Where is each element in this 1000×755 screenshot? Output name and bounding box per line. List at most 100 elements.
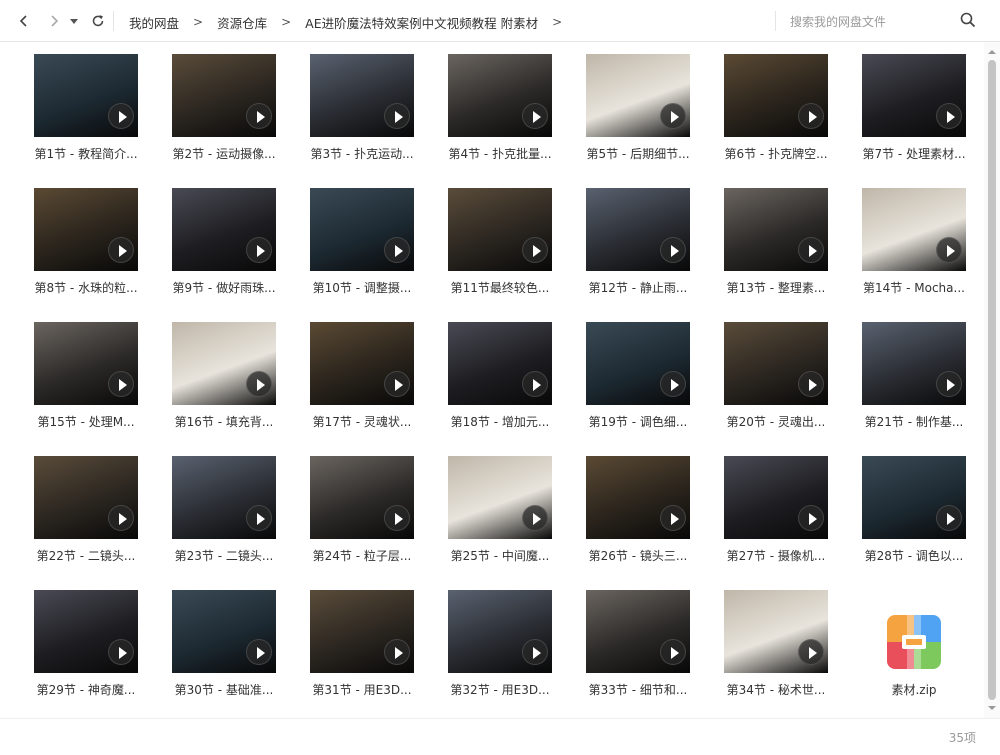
file-item-video[interactable]: 第31节 - 用E3D... <box>310 578 448 708</box>
play-icon[interactable] <box>522 371 548 397</box>
play-icon[interactable] <box>936 371 962 397</box>
file-item-zip[interactable]: 素材.zip <box>862 578 984 708</box>
file-name-label: 第7节 - 处理素材... <box>862 147 966 161</box>
video-thumbnail <box>862 322 966 405</box>
file-item-video[interactable]: 第12节 - 静止雨... <box>586 176 724 306</box>
back-button[interactable] <box>13 10 35 32</box>
play-icon[interactable] <box>660 237 686 263</box>
play-icon[interactable] <box>798 237 824 263</box>
history-dropdown[interactable] <box>67 10 81 32</box>
video-thumbnail <box>448 590 552 673</box>
scroll-up-icon[interactable] <box>988 48 996 56</box>
file-item-video[interactable]: 第17节 - 灵魂状... <box>310 310 448 440</box>
file-item-video[interactable]: 第30节 - 基础准... <box>172 578 310 708</box>
file-item-video[interactable]: 第26节 - 镜头三... <box>586 444 724 574</box>
video-thumbnail <box>34 54 138 137</box>
file-item-video[interactable]: 第3节 - 扑克运动... <box>310 42 448 172</box>
file-item-video[interactable]: 第15节 - 处理M... <box>34 310 172 440</box>
play-icon[interactable] <box>246 371 272 397</box>
play-icon[interactable] <box>522 103 548 129</box>
play-icon[interactable] <box>108 505 134 531</box>
breadcrumb: 我的网盘 > 资源仓库 > AE进阶魔法特效案例中文视频教程 附素材 > <box>129 12 576 32</box>
breadcrumb-item-resource-repo[interactable]: 资源仓库 <box>217 13 267 32</box>
toolbar-divider <box>113 11 114 31</box>
refresh-button[interactable] <box>87 10 109 32</box>
file-item-video[interactable]: 第11节最终较色... <box>448 176 586 306</box>
file-item-video[interactable]: 第27节 - 摄像机... <box>724 444 862 574</box>
video-thumbnail <box>448 54 552 137</box>
search-button[interactable] <box>960 12 978 30</box>
scrollbar-thumb[interactable] <box>988 60 996 700</box>
video-thumbnail <box>724 590 828 673</box>
play-icon[interactable] <box>936 237 962 263</box>
breadcrumb-separator: > <box>193 15 204 29</box>
play-icon[interactable] <box>660 639 686 665</box>
file-name-label: 第18节 - 增加元... <box>450 415 550 429</box>
file-item-video[interactable]: 第33节 - 细节和... <box>586 578 724 708</box>
file-item-video[interactable]: 第8节 - 水珠的粒... <box>34 176 172 306</box>
play-icon[interactable] <box>660 371 686 397</box>
file-item-video[interactable]: 第6节 - 扑克牌空... <box>724 42 862 172</box>
file-item-video[interactable]: 第16节 - 填充背... <box>172 310 310 440</box>
play-icon[interactable] <box>246 103 272 129</box>
file-item-video[interactable]: 第9节 - 做好雨珠... <box>172 176 310 306</box>
play-icon[interactable] <box>522 237 548 263</box>
play-icon[interactable] <box>798 103 824 129</box>
breadcrumb-separator[interactable]: > <box>552 15 562 29</box>
play-icon[interactable] <box>384 371 410 397</box>
play-icon[interactable] <box>936 103 962 129</box>
file-item-video[interactable]: 第28节 - 调色以... <box>862 444 984 574</box>
play-icon[interactable] <box>798 371 824 397</box>
file-item-video[interactable]: 第4节 - 扑克批量... <box>448 42 586 172</box>
file-item-video[interactable]: 第1节 - 教程简介... <box>34 42 172 172</box>
play-icon[interactable] <box>522 505 548 531</box>
file-item-video[interactable]: 第32节 - 用E3D... <box>448 578 586 708</box>
file-item-video[interactable]: 第23节 - 二镜头... <box>172 444 310 574</box>
file-item-video[interactable]: 第14节 - Mocha... <box>862 176 984 306</box>
file-item-video[interactable]: 第34节 - 秘术世... <box>724 578 862 708</box>
file-item-video[interactable]: 第20节 - 灵魂出... <box>724 310 862 440</box>
play-icon[interactable] <box>936 505 962 531</box>
play-icon[interactable] <box>798 505 824 531</box>
file-item-video[interactable]: 第2节 - 运动摄像... <box>172 42 310 172</box>
play-icon[interactable] <box>246 639 272 665</box>
video-thumbnail <box>172 322 276 405</box>
file-item-video[interactable]: 第18节 - 增加元... <box>448 310 586 440</box>
play-icon[interactable] <box>660 103 686 129</box>
file-item-video[interactable]: 第25节 - 中间魔... <box>448 444 586 574</box>
scroll-down-icon[interactable] <box>988 704 996 712</box>
play-icon[interactable] <box>384 505 410 531</box>
item-count: 35项 <box>948 731 976 745</box>
play-icon[interactable] <box>522 639 548 665</box>
play-icon[interactable] <box>108 237 134 263</box>
play-icon[interactable] <box>108 639 134 665</box>
search-input[interactable] <box>790 11 980 33</box>
file-item-video[interactable]: 第24节 - 粒子层... <box>310 444 448 574</box>
video-thumbnail <box>586 456 690 539</box>
file-name-label: 第13节 - 整理素... <box>726 281 826 295</box>
forward-button[interactable] <box>43 10 65 32</box>
play-icon[interactable] <box>384 639 410 665</box>
breadcrumb-item-current-folder[interactable]: AE进阶魔法特效案例中文视频教程 附素材 <box>305 13 538 32</box>
play-icon[interactable] <box>384 237 410 263</box>
play-icon[interactable] <box>246 237 272 263</box>
file-item-video[interactable]: 第10节 - 调整摄... <box>310 176 448 306</box>
play-icon[interactable] <box>108 371 134 397</box>
vertical-scrollbar[interactable] <box>984 42 1000 718</box>
file-item-video[interactable]: 第29节 - 神奇魔... <box>34 578 172 708</box>
play-icon[interactable] <box>246 505 272 531</box>
video-thumbnail <box>724 54 828 137</box>
play-icon[interactable] <box>384 103 410 129</box>
file-item-video[interactable]: 第13节 - 整理素... <box>724 176 862 306</box>
file-item-video[interactable]: 第7节 - 处理素材... <box>862 42 984 172</box>
file-item-video[interactable]: 第19节 - 调色细... <box>586 310 724 440</box>
play-icon[interactable] <box>108 103 134 129</box>
file-name-label: 第24节 - 粒子层... <box>312 549 412 563</box>
play-icon[interactable] <box>660 505 686 531</box>
play-icon[interactable] <box>798 639 824 665</box>
file-item-video[interactable]: 第22节 - 二镜头... <box>34 444 172 574</box>
video-thumbnail <box>310 188 414 271</box>
file-item-video[interactable]: 第21节 - 制作基... <box>862 310 984 440</box>
file-item-video[interactable]: 第5节 - 后期细节... <box>586 42 724 172</box>
breadcrumb-item-my-drive[interactable]: 我的网盘 <box>129 13 179 32</box>
